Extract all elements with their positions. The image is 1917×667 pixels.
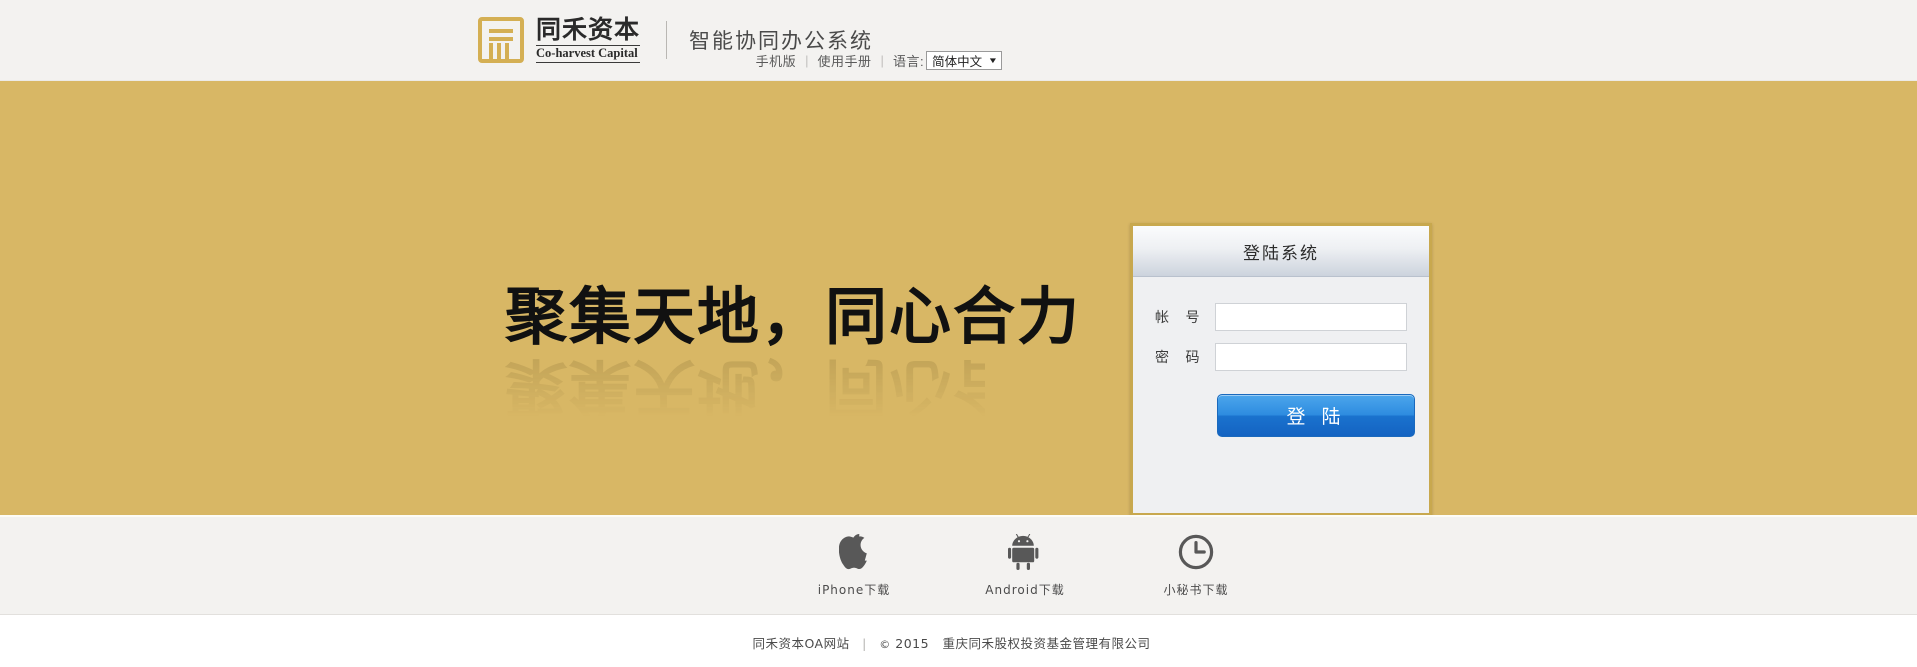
download-iphone[interactable]: iPhone下载	[800, 531, 908, 598]
password-field-row: 密 码	[1155, 343, 1407, 371]
brand-name-cn: 同禾资本	[536, 15, 641, 45]
password-label: 密 码	[1155, 350, 1206, 366]
download-secretary[interactable]: 小秘书下载	[1142, 531, 1250, 598]
login-panel: 登陆系统 帐 号 密 码 登 陆	[1130, 223, 1432, 515]
download-android[interactable]: Android下载	[971, 531, 1079, 598]
header-nav: 手机版 | 使用手册 | 语言: 简体中文 ▼	[0, 51, 1917, 70]
hero-slogan: 聚集天地，同心合力	[505, 280, 1082, 353]
apple-icon	[839, 531, 869, 573]
footer-separator: |	[862, 635, 867, 651]
download-strip: iPhone下载 Android下载 小秘书下载	[0, 515, 1917, 614]
nav-separator-2: |	[880, 53, 884, 68]
copyright-icon: ©	[879, 637, 891, 651]
language-selected-value: 简体中文	[932, 55, 983, 69]
footer-company: 重庆同禾股权投资基金管理有限公司	[942, 635, 1151, 651]
login-panel-title: 登陆系统	[1243, 243, 1319, 264]
page-footer: 同禾资本OA网站 | © 2015 重庆同禾股权投资基金管理有限公司	[0, 615, 1917, 667]
footer-year: 2015	[895, 635, 930, 651]
download-android-label: Android下载	[985, 583, 1065, 597]
clock-icon	[1178, 531, 1214, 573]
login-submit-button[interactable]: 登 陆	[1217, 394, 1415, 437]
footer-text: 同禾资本OA网站 | © 2015 重庆同禾股权投资基金管理有限公司	[752, 633, 1150, 652]
language-label: 语言:	[892, 54, 925, 69]
hero-slogan-reflection: 聚集天地，同心合力	[505, 351, 1082, 424]
chevron-down-icon: ▼	[987, 56, 999, 65]
hero-slogan-block: 聚集天地，同心合力 聚集天地，同心合力	[505, 280, 1082, 425]
account-label: 帐 号	[1155, 310, 1206, 326]
nav-separator-1: |	[805, 53, 809, 68]
nav-user-manual[interactable]: 使用手册	[818, 51, 872, 70]
login-panel-header: 登陆系统	[1133, 226, 1429, 277]
android-icon	[1008, 531, 1042, 573]
page-header: 同禾资本 Co-harvest Capital 智能协同办公系统 手机版 | 使…	[0, 0, 1917, 81]
download-items: iPhone下载 Android下载 小秘书下载	[800, 531, 1250, 598]
login-form: 帐 号 密 码 登 陆	[1133, 277, 1429, 437]
footer-site-name: 同禾资本OA网站	[752, 635, 850, 651]
hero-banner: 聚集天地，同心合力 聚集天地，同心合力 登陆系统 帐 号 密 码 登 陆	[0, 81, 1917, 515]
nav-mobile-version[interactable]: 手机版	[756, 51, 797, 70]
download-iphone-label: iPhone下载	[817, 583, 891, 597]
download-secretary-label: 小秘书下载	[1163, 583, 1229, 597]
language-select[interactable]: 简体中文 ▼	[926, 51, 1002, 70]
account-input[interactable]	[1214, 303, 1407, 331]
password-input[interactable]	[1214, 343, 1407, 371]
account-field-row: 帐 号	[1155, 303, 1407, 331]
login-button-row: 登 陆	[1155, 394, 1415, 437]
